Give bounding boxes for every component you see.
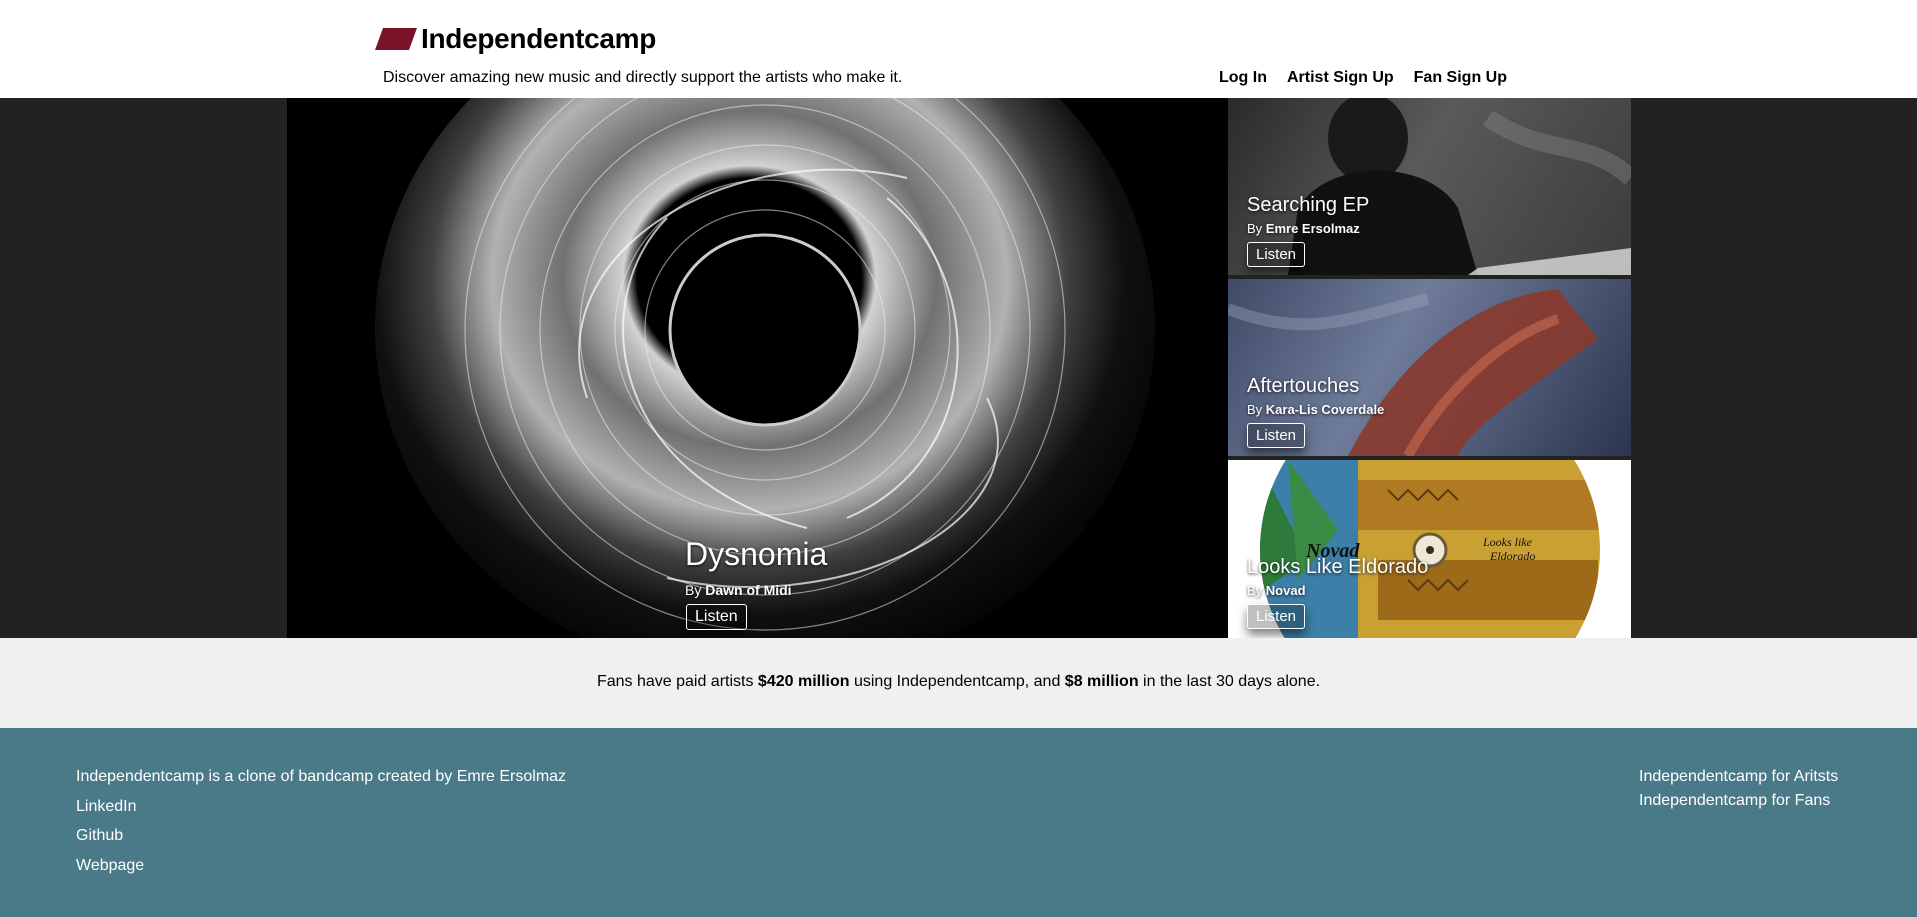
footer-for-fans-link[interactable]: Independentcamp for Fans [1639, 792, 1830, 810]
fan-signup-link[interactable]: Fan Sign Up [1414, 69, 1507, 87]
stats-amount-total: $420 million [757, 673, 850, 690]
logo-mark-icon [374, 28, 418, 50]
stats-text: Fans have paid artists $420 million usin… [0, 673, 1917, 691]
stats-text-part-3: in the last 30 days alone. [1138, 673, 1321, 690]
by-label: By [685, 582, 702, 598]
side-album-artist: By Novad [1247, 583, 1306, 598]
featured-artist: By Dawn of Midi [685, 582, 792, 598]
footer-webpage-link[interactable]: Webpage [76, 857, 144, 875]
side-album-3[interactable]: Novad Looks like Eldorado Looks Like Eld… [1228, 460, 1631, 638]
footer-linkedin-link[interactable]: LinkedIn [76, 798, 137, 816]
stats-strip: Fans have paid artists $420 million usin… [0, 638, 1917, 728]
artist-signup-link[interactable]: Artist Sign Up [1287, 69, 1394, 87]
footer-for-artists-link[interactable]: Independentcamp for Aritsts [1639, 768, 1838, 786]
top-nav: Log In Artist Sign Up Fan Sign Up [1219, 69, 1507, 87]
stats-text-part-2: using Independentcamp, and [849, 673, 1065, 690]
tagline: Discover amazing new music and directly … [383, 69, 903, 86]
footer-credit: Independentcamp is a clone of bandcamp c… [76, 768, 567, 785]
cover-text-title-2: Eldorado [1489, 549, 1535, 563]
side-album-artist: By Emre Ersolmaz [1247, 221, 1360, 236]
by-label: By [1247, 402, 1263, 417]
side-album-artist: By Kara-Lis Coverdale [1247, 402, 1384, 417]
artist-name[interactable]: Novad [1266, 583, 1306, 598]
artist-name[interactable]: Emre Ersolmaz [1266, 221, 1360, 236]
side-album-title[interactable]: Looks Like Eldorado [1247, 556, 1428, 579]
brand-name: Independentcamp [421, 23, 657, 54]
cover-text-title-1: Looks like [1482, 535, 1533, 549]
site-footer: Independentcamp is a clone of bandcamp c… [0, 728, 1917, 917]
side-album-listen-button[interactable]: Listen [1247, 604, 1306, 629]
stats-amount-30-days: $8 million [1064, 673, 1139, 690]
side-album-title[interactable]: Aftertouches [1247, 375, 1359, 398]
featured-album[interactable]: Dysnomia By Dawn of Midi Listen [287, 98, 1228, 638]
artist-name[interactable]: Kara-Lis Coverdale [1266, 402, 1385, 417]
logo[interactable]: Independentcamp [374, 22, 657, 56]
site-header: Independentcamp Discover amazing new mus… [0, 0, 1917, 98]
featured-listen-button[interactable]: Listen [686, 604, 747, 630]
side-album-1[interactable]: Searching EP By Emre Ersolmaz Listen [1228, 98, 1631, 275]
login-link[interactable]: Log In [1219, 69, 1267, 87]
by-label: By [1247, 583, 1263, 598]
side-album-title[interactable]: Searching EP [1247, 194, 1369, 217]
stats-text-part-1: Fans have paid artists [596, 673, 758, 690]
footer-github-link[interactable]: Github [76, 827, 123, 845]
side-album-2[interactable]: Aftertouches By Kara-Lis Coverdale Liste… [1228, 279, 1631, 456]
artist-name[interactable]: Dawn of Midi [705, 582, 791, 598]
by-label: By [1247, 221, 1263, 236]
side-album-listen-button[interactable]: Listen [1247, 423, 1306, 448]
featured-title[interactable]: Dysnomia [685, 536, 827, 573]
side-album-listen-button[interactable]: Listen [1247, 242, 1306, 267]
